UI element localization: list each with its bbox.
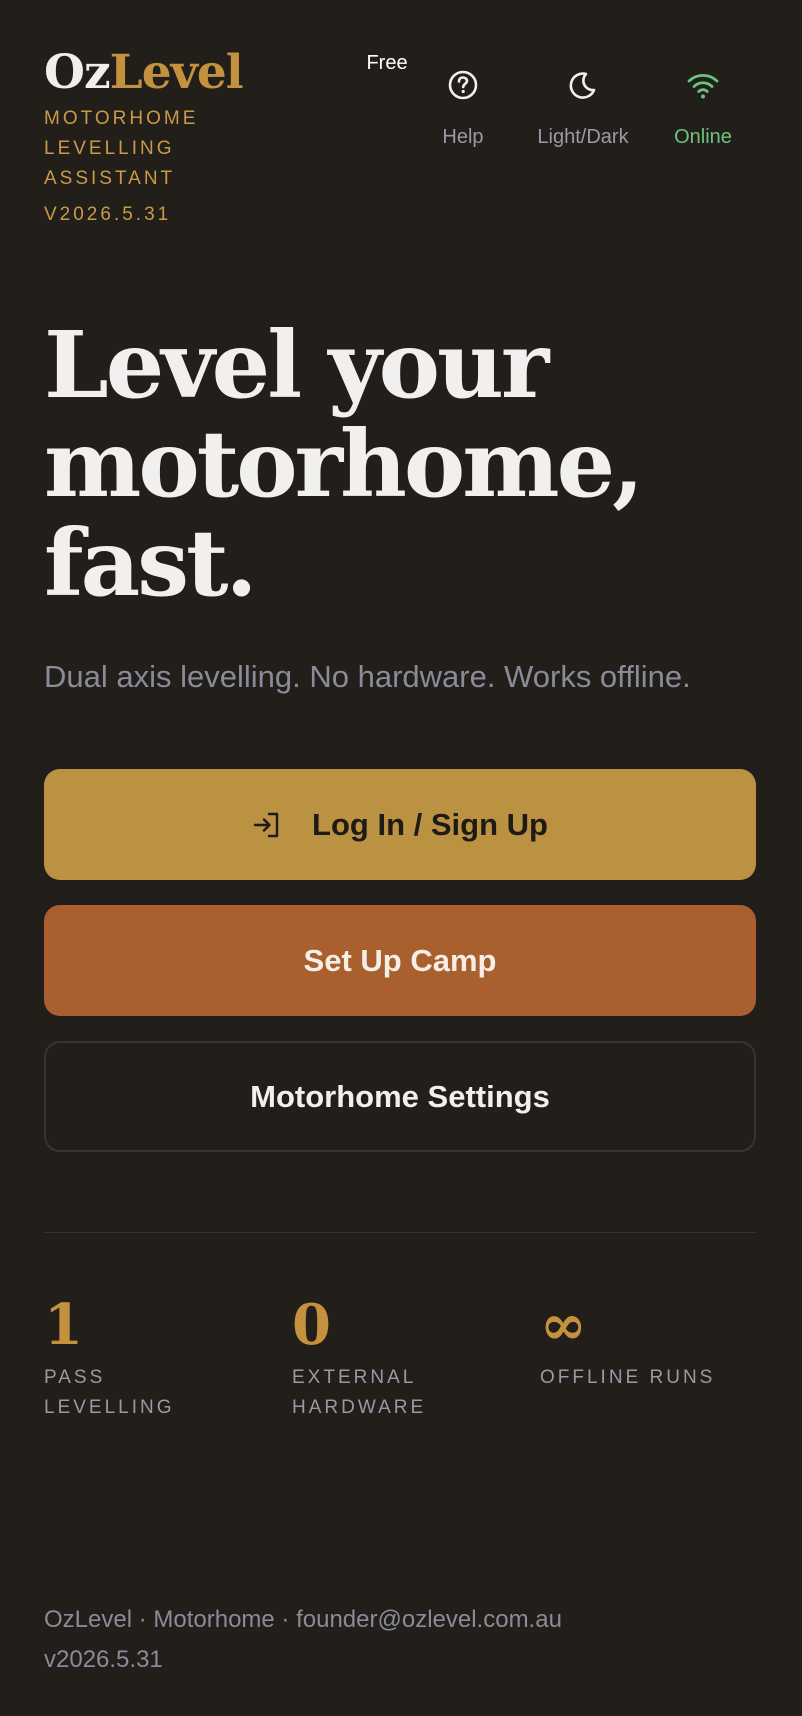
- login-button[interactable]: Log In / Sign Up: [44, 769, 756, 880]
- stat-label: Offline runs: [540, 1367, 716, 1388]
- motorhome-settings-button[interactable]: Motorhome Settings: [44, 1041, 756, 1152]
- stat-value: 0: [292, 1292, 331, 1358]
- motorhome-settings-label: Motorhome Settings: [250, 1078, 550, 1114]
- app-logo: OzLevel: [44, 44, 274, 102]
- theme-label: Light/Dark: [537, 126, 629, 148]
- stat-label: Pass levelling: [44, 1367, 175, 1418]
- moon-icon: [569, 72, 596, 99]
- theme-toggle-button[interactable]: Light/Dark: [513, 68, 653, 149]
- footer-line: OzLevel · Motorhome · founder@ozlevel.co…: [44, 1606, 562, 1633]
- set-up-camp-label: Set Up Camp: [303, 942, 497, 978]
- login-button-label: Log In / Sign Up: [312, 806, 548, 842]
- wifi-icon: [687, 73, 719, 99]
- stat-value: ∞: [540, 1292, 587, 1358]
- tagline: Motorhome Levelling Assistant: [44, 108, 199, 189]
- footer-version: v2026.5.31: [44, 1646, 163, 1673]
- header: OzLevel Motorhome Levelling Assistant V2…: [44, 0, 758, 240]
- online-status[interactable]: Online: [633, 68, 773, 149]
- logo-part-oz: Oz: [44, 45, 111, 100]
- logo-part-level: Level: [109, 45, 244, 100]
- stat-external-hardware: 0 External hardware: [292, 1293, 492, 1423]
- hero-subtitle: Dual axis levelling. No hardware. Works …: [44, 659, 691, 694]
- help-circle-icon: [448, 70, 478, 100]
- log-in-icon: [253, 812, 279, 837]
- stat-pass-levelling: 1 Pass levelling: [44, 1293, 244, 1423]
- page: OzLevel Motorhome Levelling Assistant V2…: [0, 0, 802, 1716]
- footer: OzLevel · Motorhome · founder@ozlevel.co…: [44, 1600, 562, 1680]
- help-button[interactable]: Help: [393, 68, 533, 149]
- hero-title: Level your motorhome, fast.: [44, 311, 644, 617]
- online-label: Online: [674, 126, 732, 148]
- stat-label: External hardware: [292, 1367, 427, 1418]
- stat-offline-runs: ∞ Offline runs: [540, 1293, 740, 1393]
- brand: OzLevel Motorhome Levelling Assistant V2…: [44, 44, 274, 228]
- help-label: Help: [442, 126, 484, 148]
- set-up-camp-button[interactable]: Set Up Camp: [44, 905, 756, 1016]
- divider: [44, 1232, 756, 1233]
- stats-row: 1 Pass levelling 0 External hardware ∞ O…: [44, 1293, 758, 1473]
- stat-value: 1: [44, 1292, 83, 1358]
- version-label: V2026.5.31: [44, 204, 172, 225]
